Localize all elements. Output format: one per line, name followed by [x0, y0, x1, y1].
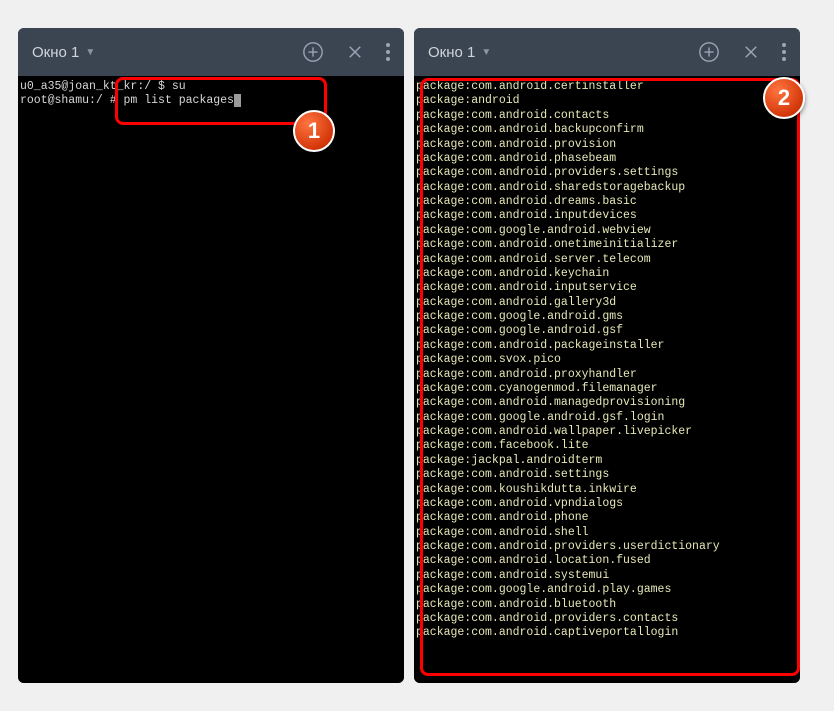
plus-circle-icon: [302, 41, 324, 63]
title-bar-2: Окно 1 ▼: [414, 28, 800, 76]
title-bar-1: Окно 1 ▼: [18, 28, 404, 76]
dots-vertical-icon: [782, 43, 786, 61]
package-line: package:com.android.providers.settings: [416, 166, 798, 180]
package-line: package:com.google.android.gsf.login: [416, 411, 798, 425]
package-line: package:com.facebook.lite: [416, 439, 798, 453]
package-output: package:com.android.certinstallerpackage…: [416, 80, 798, 641]
package-line: package:com.google.android.gms: [416, 310, 798, 324]
menu-button[interactable]: [782, 43, 786, 61]
package-line: package:com.svox.pico: [416, 353, 798, 367]
package-line: package:com.android.location.fused: [416, 554, 798, 568]
package-line: package:com.android.server.telecom: [416, 253, 798, 267]
close-icon: [742, 43, 760, 61]
package-line: package:com.android.managedprovisioning: [416, 396, 798, 410]
chevron-down-icon: ▼: [85, 47, 95, 58]
package-line: package:com.android.inputdevices: [416, 209, 798, 223]
dots-vertical-icon: [386, 43, 390, 61]
package-line: package:com.android.contacts: [416, 109, 798, 123]
package-line: package:com.android.wallpaper.livepicker: [416, 425, 798, 439]
step-badge-1: 1: [293, 110, 335, 152]
package-line: package:com.android.packageinstaller: [416, 339, 798, 353]
package-line: package:com.android.bluetooth: [416, 598, 798, 612]
add-tab-button[interactable]: [302, 41, 324, 63]
package-line: package:com.android.captiveportallogin: [416, 626, 798, 640]
window-title: Окно 1: [32, 44, 79, 61]
terminal-body-1[interactable]: u0_a35@joan_kt_kr:/ $ su root@shamu:/ # …: [18, 76, 404, 683]
package-line: package:com.cyanogenmod.filemanager: [416, 382, 798, 396]
package-line: package:com.android.provision: [416, 138, 798, 152]
package-line: package:com.android.inputservice: [416, 281, 798, 295]
cursor-icon: [234, 94, 241, 107]
package-line: package:com.android.onetimeinitializer: [416, 238, 798, 252]
terminal-window-1: Окно 1 ▼: [18, 28, 404, 683]
window-title: Окно 1: [428, 44, 475, 61]
close-tab-button[interactable]: [742, 43, 760, 61]
close-icon: [346, 43, 364, 61]
package-line: package:com.android.certinstaller: [416, 80, 798, 94]
chevron-down-icon: ▼: [481, 47, 491, 58]
package-line: package:com.android.vpndialogs: [416, 497, 798, 511]
package-line: package:com.android.settings: [416, 468, 798, 482]
add-tab-button[interactable]: [698, 41, 720, 63]
window-title-dropdown[interactable]: Окно 1 ▼: [32, 44, 95, 61]
terminal-input-line: root@shamu:/ # pm list packages: [20, 94, 402, 108]
package-line: package:com.android.providers.contacts: [416, 612, 798, 626]
package-line: package:jackpal.androidterm: [416, 454, 798, 468]
package-line: package:com.android.systemui: [416, 569, 798, 583]
package-line: package:com.google.android.play.games: [416, 583, 798, 597]
window-title-dropdown[interactable]: Окно 1 ▼: [428, 44, 491, 61]
terminal-history-line: u0_a35@joan_kt_kr:/ $ su: [20, 80, 402, 94]
package-line: package:com.koushikdutta.inkwire: [416, 483, 798, 497]
package-line: package:com.android.providers.userdictio…: [416, 540, 798, 554]
close-tab-button[interactable]: [346, 43, 364, 61]
package-line: package:com.android.keychain: [416, 267, 798, 281]
step-badge-2: 2: [763, 77, 805, 119]
plus-circle-icon: [698, 41, 720, 63]
package-line: package:com.android.phasebeam: [416, 152, 798, 166]
package-line: package:com.android.shell: [416, 526, 798, 540]
package-line: package:com.google.android.gsf: [416, 324, 798, 338]
terminal-body-2[interactable]: package:com.android.certinstallerpackage…: [414, 76, 800, 683]
menu-button[interactable]: [386, 43, 390, 61]
terminal-window-2: Окно 1 ▼: [414, 28, 800, 683]
package-line: package:com.android.gallery3d: [416, 296, 798, 310]
package-line: package:com.android.proxyhandler: [416, 368, 798, 382]
package-line: package:com.android.dreams.basic: [416, 195, 798, 209]
package-line: package:com.google.android.webview: [416, 224, 798, 238]
package-line: package:com.android.backupconfirm: [416, 123, 798, 137]
package-line: package:com.android.phone: [416, 511, 798, 525]
package-line: package:android: [416, 94, 798, 108]
package-line: package:com.android.sharedstoragebackup: [416, 181, 798, 195]
